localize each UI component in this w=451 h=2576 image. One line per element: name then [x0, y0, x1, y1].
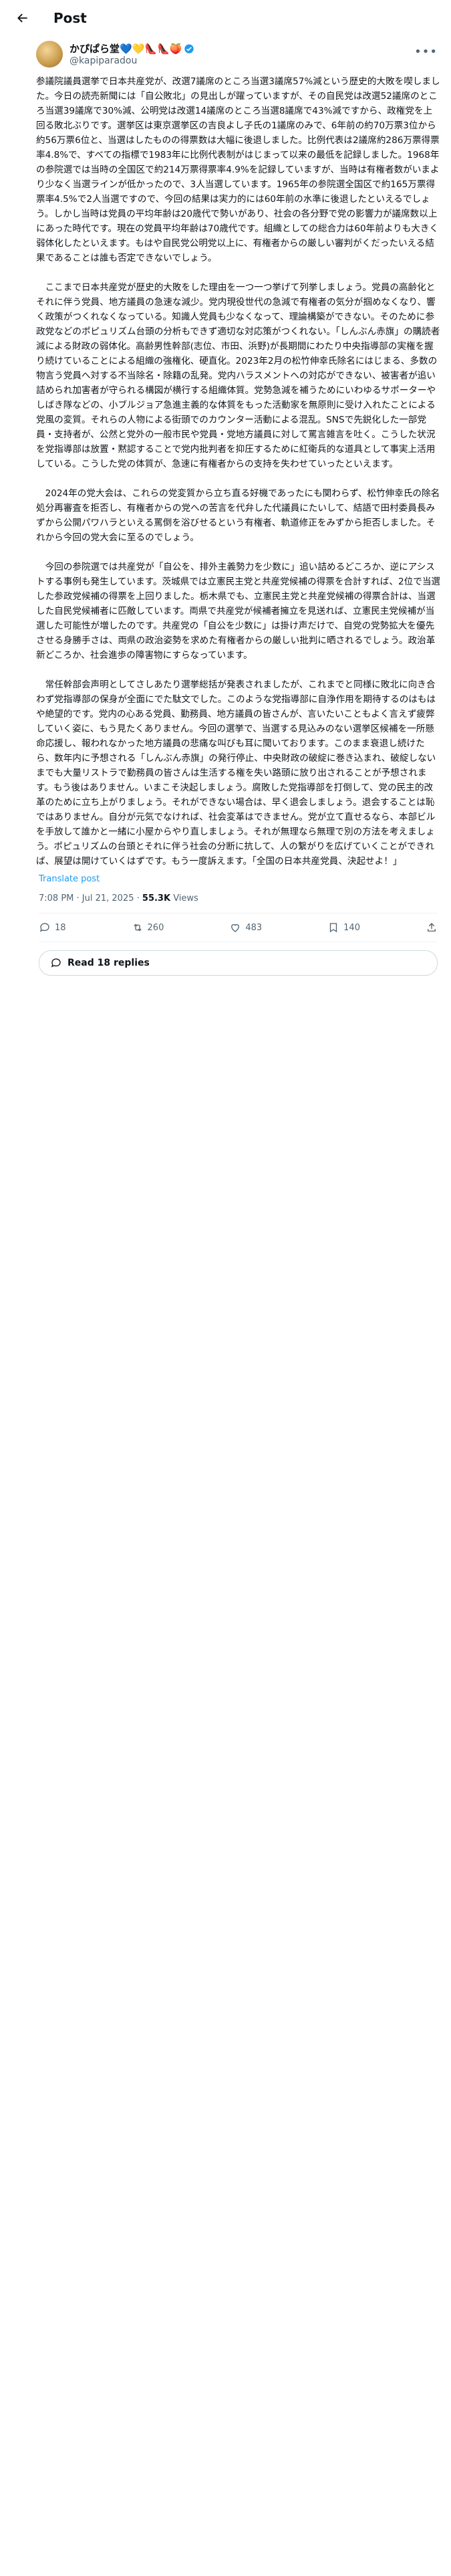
reply-icon	[51, 958, 61, 968]
reply-icon	[39, 923, 49, 932]
translate-post-link[interactable]: Translate post	[39, 874, 438, 884]
views-count: 55.3K	[142, 893, 171, 903]
views-label: Views	[173, 893, 198, 903]
repost-count: 260	[147, 922, 164, 933]
post-meta: 7:08 PM · Jul 21, 2025 · 55.3K Views	[39, 893, 438, 914]
bookmark-count: 140	[343, 922, 360, 933]
repost-icon	[133, 924, 142, 932]
page-title: Post	[53, 9, 87, 26]
like-count: 483	[245, 922, 263, 933]
like-button[interactable]: 483	[229, 922, 262, 934]
author-handle[interactable]: @kapiparadou	[69, 55, 194, 67]
read-replies-button[interactable]: Read 18 replies	[39, 950, 438, 976]
heart-icon	[231, 924, 240, 932]
back-button[interactable]	[11, 6, 35, 30]
avatar[interactable]	[36, 41, 63, 68]
post: かぴぱら堂💙💛👠👠🍑 @kapiparadou ••• 参議院議員選挙で日本共産…	[0, 35, 451, 976]
action-bar: 18 260 483 140	[39, 914, 438, 942]
share-icon	[428, 923, 436, 932]
reply-count: 18	[55, 922, 66, 933]
repost-button[interactable]: 260	[132, 922, 164, 934]
author-row: かぴぱら堂💙💛👠👠🍑 @kapiparadou •••	[36, 39, 438, 70]
top-bar: Post	[0, 0, 451, 35]
bookmark-button[interactable]: 140	[327, 922, 360, 934]
bookmark-icon	[329, 923, 337, 933]
author-display-name[interactable]: かぴぱら堂💙💛👠👠🍑	[69, 43, 182, 55]
arrow-left-icon	[17, 13, 27, 22]
share-button[interactable]	[426, 922, 438, 934]
reply-button[interactable]: 18	[39, 922, 66, 934]
verified-badge-icon	[184, 44, 194, 53]
post-text: 参議院議員選挙で日本共産党が、改選7議席のところ当選3議席57%減という歴史的大…	[36, 76, 441, 867]
more-options-icon[interactable]: •••	[414, 45, 438, 59]
post-timestamp[interactable]: 7:08 PM · Jul 21, 2025	[39, 893, 134, 903]
read-replies-label: Read 18 replies	[67, 958, 150, 968]
